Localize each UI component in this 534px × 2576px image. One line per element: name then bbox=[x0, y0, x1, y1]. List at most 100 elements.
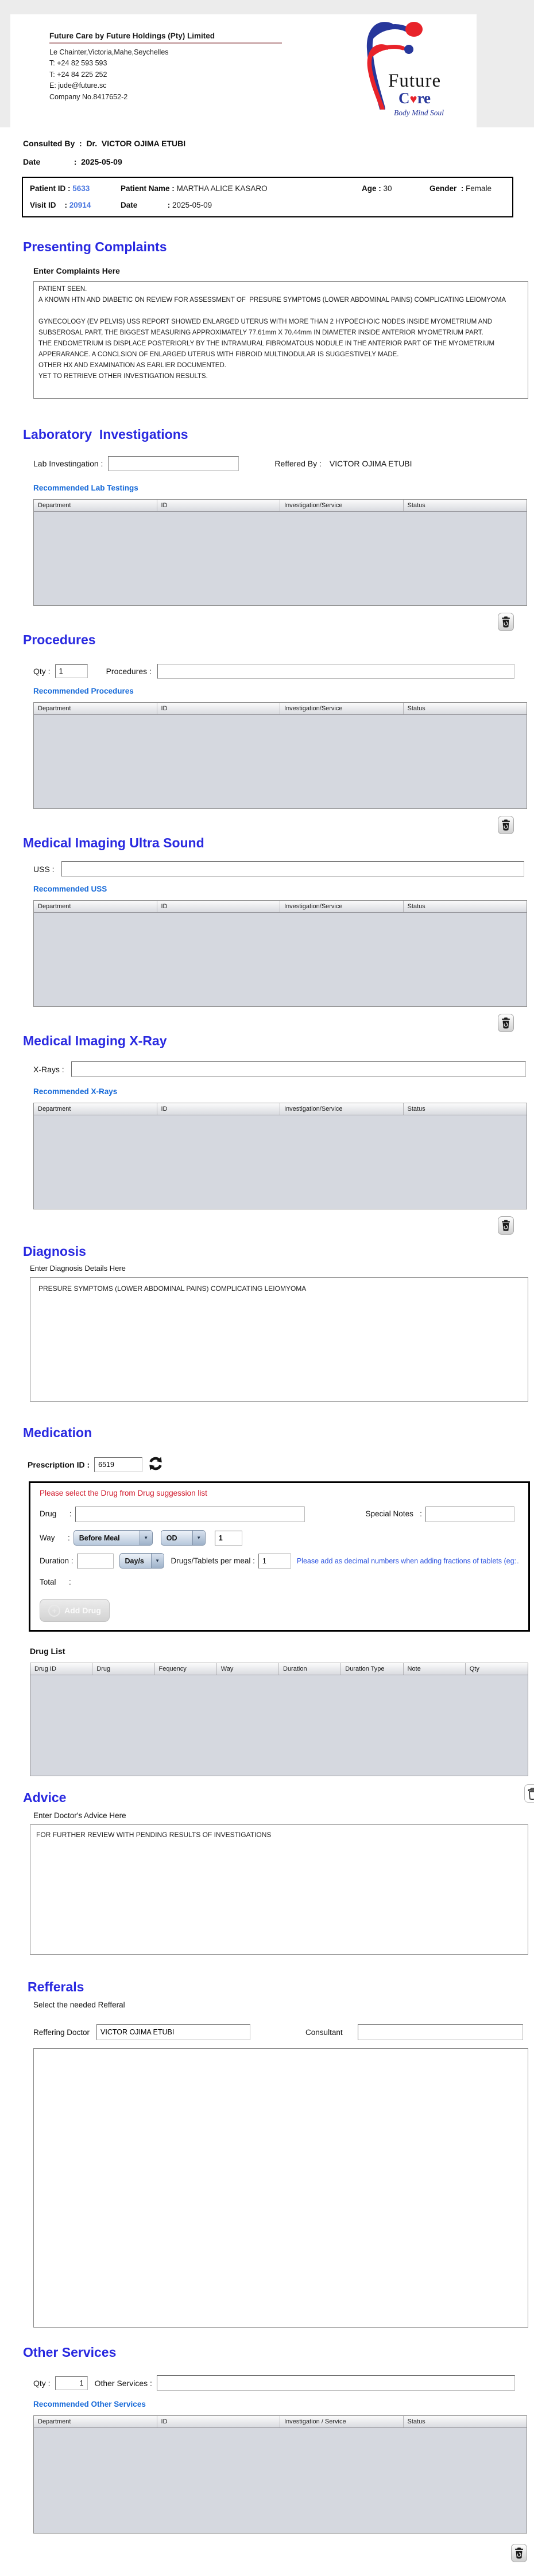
uss-table-header: Department ID Investigation/Service Stat… bbox=[34, 901, 527, 913]
company-rule bbox=[49, 42, 282, 44]
trash-icon bbox=[501, 1220, 510, 1231]
special-notes-input[interactable] bbox=[425, 1507, 514, 1522]
consultant-input[interactable] bbox=[358, 2024, 523, 2040]
delete-xray-button[interactable] bbox=[498, 1216, 514, 1235]
header-card: Future Care by Future Holdings (Pty) Lim… bbox=[10, 14, 477, 127]
way-qty-input[interactable] bbox=[215, 1531, 242, 1546]
column-header: ID bbox=[157, 901, 281, 912]
other-table-header: Department ID Investigation / Service St… bbox=[34, 2416, 527, 2428]
patient-gender: Gender : Female bbox=[429, 184, 505, 193]
referral-list-box[interactable] bbox=[33, 2048, 528, 2328]
drug-table-body[interactable] bbox=[30, 1675, 528, 1776]
column-header: ID bbox=[157, 1103, 281, 1115]
column-header: Status bbox=[404, 1103, 527, 1115]
uss-table-body[interactable] bbox=[34, 913, 527, 1006]
recommended-uss-label: Recommended USS bbox=[33, 885, 534, 893]
logo-tagline: Body Mind Soul bbox=[394, 108, 444, 118]
per-meal-label: Drugs/Tablets per meal : bbox=[171, 1557, 255, 1565]
patient-info-box: Patient ID : 5633 Patient Name : MARTHA … bbox=[22, 177, 513, 217]
column-header: Department bbox=[34, 1103, 157, 1115]
column-header: Status bbox=[404, 703, 527, 714]
uss-table: Department ID Investigation/Service Stat… bbox=[33, 900, 527, 1007]
column-header: Department bbox=[34, 2416, 157, 2427]
company-email: E: jude@future.sc bbox=[49, 80, 291, 91]
chevron-down-icon: ▼ bbox=[192, 1531, 205, 1545]
refresh-prescription-button[interactable] bbox=[148, 1456, 164, 1473]
logo-wordmark: Future C♥re Body Mind Soul bbox=[388, 71, 444, 118]
trash-icon bbox=[501, 1017, 510, 1029]
column-header: Investigation/Service bbox=[280, 703, 404, 714]
recommended-procedures-label: Recommended Procedures bbox=[33, 687, 534, 695]
chevron-down-icon: ▼ bbox=[151, 1554, 164, 1568]
column-header: ID bbox=[157, 703, 281, 714]
prescription-id-input[interactable] bbox=[94, 1457, 142, 1472]
consult-date-line: Date : 2025-05-09 bbox=[23, 157, 534, 166]
complaints-label: Enter Complaints Here bbox=[33, 266, 534, 275]
frequency-select[interactable]: OD▼ bbox=[161, 1530, 206, 1546]
advice-textarea[interactable]: FOR FURTHER REVIEW WITH PENDING RESULTS … bbox=[30, 1824, 528, 1955]
consultant-label: Consultant bbox=[305, 2028, 343, 2037]
column-header: Way bbox=[217, 1663, 279, 1675]
delete-other-service-button[interactable] bbox=[511, 2544, 527, 2562]
column-header: Investigation/Service bbox=[280, 1103, 404, 1115]
column-header: Drug ID bbox=[30, 1663, 92, 1675]
procedures-heading: Procedures bbox=[23, 632, 534, 648]
diagnosis-textarea[interactable]: PRESURE SYMPTOMS (LOWER ABDOMINAL PAINS)… bbox=[30, 1277, 528, 1402]
other-services-input[interactable] bbox=[157, 2375, 515, 2391]
prescription-id-label: Prescription ID : bbox=[28, 1460, 90, 1469]
xray-table-body[interactable] bbox=[34, 1115, 527, 1209]
total-label: Total : bbox=[40, 1578, 71, 1586]
company-name: Future Care by Future Holdings (Pty) Lim… bbox=[49, 32, 291, 40]
other-qty-input[interactable] bbox=[55, 2376, 88, 2390]
xray-heading: Medical Imaging X-Ray bbox=[23, 1033, 534, 1049]
drug-table-header: Drug ID Drug Fequency Way Duration Durat… bbox=[30, 1663, 528, 1675]
presenting-complaints-heading: Presenting Complaints bbox=[23, 239, 534, 255]
logo-word-care: C♥re bbox=[398, 90, 444, 107]
way-select[interactable]: Before Meal▼ bbox=[73, 1530, 153, 1546]
uss-label: USS : bbox=[33, 865, 55, 874]
other-table-body[interactable] bbox=[34, 2428, 527, 2533]
company-phone-1: T: +24 82 593 593 bbox=[49, 58, 291, 69]
advice-label: Enter Doctor's Advice Here bbox=[33, 1811, 534, 1820]
xray-input[interactable] bbox=[71, 1061, 526, 1077]
delete-drug-button[interactable] bbox=[524, 1784, 534, 1803]
column-header: Status bbox=[404, 500, 527, 511]
procedures-qty-input[interactable] bbox=[55, 664, 88, 678]
lab-table-body[interactable] bbox=[34, 512, 527, 605]
drug-suggestion-hint: Please select the Drug from Drug suggess… bbox=[40, 1489, 519, 1497]
procedures-table-body[interactable] bbox=[34, 715, 527, 808]
company-info: Future Care by Future Holdings (Pty) Lim… bbox=[49, 32, 291, 103]
duration-unit-select[interactable]: Day/s▼ bbox=[119, 1553, 164, 1569]
refresh-icon bbox=[148, 1456, 164, 1472]
procedures-input[interactable] bbox=[157, 664, 514, 679]
consulted-by-line: Consulted By : Dr. VICTOR OJIMA ETUBI bbox=[23, 139, 534, 148]
delete-uss-button[interactable] bbox=[498, 1014, 514, 1032]
column-header: ID bbox=[157, 500, 281, 511]
duration-input[interactable] bbox=[77, 1554, 114, 1569]
lab-investigations-heading: Laboratory Investigations bbox=[23, 427, 534, 442]
referring-doctor-input[interactable] bbox=[96, 2024, 250, 2040]
delete-lab-testing-button[interactable] bbox=[498, 613, 514, 631]
lab-investigation-input[interactable] bbox=[108, 456, 239, 471]
column-header: Fequency bbox=[155, 1663, 217, 1675]
per-meal-input[interactable] bbox=[258, 1554, 291, 1569]
drug-list-table: Drug ID Drug Fequency Way Duration Durat… bbox=[30, 1663, 528, 1776]
procedures-table-header: Department ID Investigation/Service Stat… bbox=[34, 703, 527, 715]
uss-input[interactable] bbox=[61, 861, 524, 877]
delete-procedure-button[interactable] bbox=[498, 816, 514, 834]
medication-heading: Medication bbox=[23, 1425, 534, 1441]
other-services-heading: Other Services bbox=[23, 2345, 534, 2360]
lab-investigation-label: Lab Investingation : bbox=[33, 459, 103, 468]
column-header: Drug bbox=[92, 1663, 154, 1675]
add-drug-button[interactable]: + Add Drug bbox=[40, 1599, 110, 1622]
referral-sub-label: Select the needed Refferal bbox=[33, 2001, 534, 2009]
referring-doctor-label: Reffering Doctor bbox=[33, 2028, 90, 2037]
column-header: Qty bbox=[466, 1663, 528, 1675]
column-header: Department bbox=[34, 703, 157, 714]
procedures-table: Department ID Investigation/Service Stat… bbox=[33, 702, 527, 809]
complaints-textarea[interactable]: PATIENT SEEN. A KNOWN HTN AND DIABETIC O… bbox=[33, 281, 528, 399]
trash-icon bbox=[501, 819, 510, 831]
drug-input[interactable] bbox=[75, 1507, 305, 1522]
patient-age: Age : 30 bbox=[362, 184, 429, 193]
column-header: Investigation/Service bbox=[280, 901, 404, 912]
